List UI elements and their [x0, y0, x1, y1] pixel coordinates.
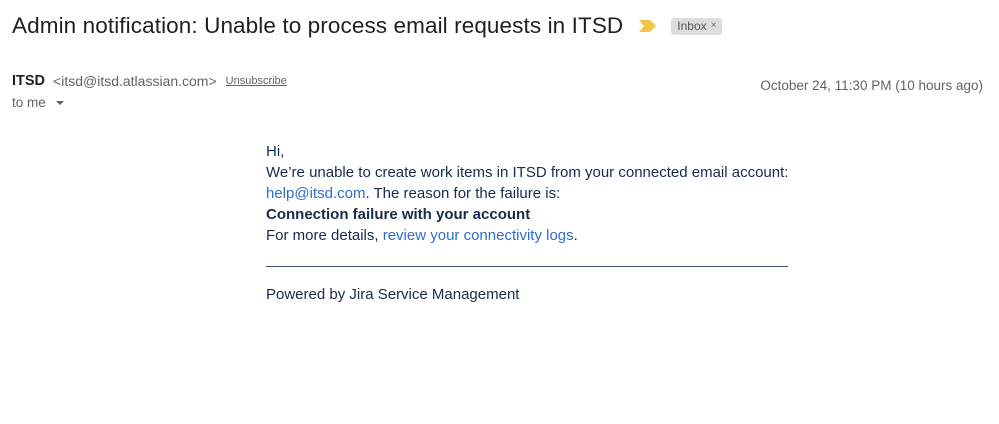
details-prefix: For more details,	[266, 227, 383, 244]
recipient-label: to me	[12, 95, 46, 110]
intro-paragraph: We’re unable to create work items in ITS…	[266, 162, 796, 204]
details-paragraph: For more details, review your connectivi…	[266, 225, 796, 246]
importance-marker-icon[interactable]	[637, 19, 657, 33]
inbox-label-text: Inbox	[677, 19, 707, 33]
recipient-details-toggle[interactable]: to me	[12, 95, 64, 110]
footer-text: Powered by Jira Service Management	[266, 286, 520, 303]
footer-divider	[266, 266, 788, 267]
unsubscribe-link[interactable]: Unsubscribe	[226, 75, 287, 87]
intro-text: We’re unable to create work items in ITS…	[266, 164, 789, 181]
reason-text: . The reason for the failure is:	[365, 185, 561, 202]
email-view: Admin notification: Unable to process em…	[0, 0, 999, 424]
failure-reason: Connection failure with your account	[266, 206, 531, 223]
details-suffix: .	[573, 227, 578, 244]
sender-name[interactable]: ITSD	[12, 73, 45, 89]
email-subject: Admin notification: Unable to process em…	[12, 13, 624, 38]
account-email-link[interactable]: help@itsd.com	[266, 185, 365, 202]
greeting: Hi,	[266, 143, 285, 160]
email-date: October 24, 11:30 PM (10 hours ago)	[760, 78, 983, 93]
connectivity-logs-link[interactable]: review your connectivity logs	[383, 227, 574, 244]
caret-down-icon	[55, 100, 64, 105]
email-body: Hi, We’re unable to create work items in…	[266, 141, 796, 305]
inbox-label-chip[interactable]: Inbox ×	[671, 17, 723, 35]
sender-email: <itsd@itsd.atlassian.com>	[53, 73, 217, 89]
sender-row: ITSD <itsd@itsd.atlassian.com> Unsubscri…	[12, 73, 287, 89]
remove-label-icon[interactable]: ×	[711, 21, 717, 31]
subject-row: Admin notification: Unable to process em…	[12, 10, 723, 42]
